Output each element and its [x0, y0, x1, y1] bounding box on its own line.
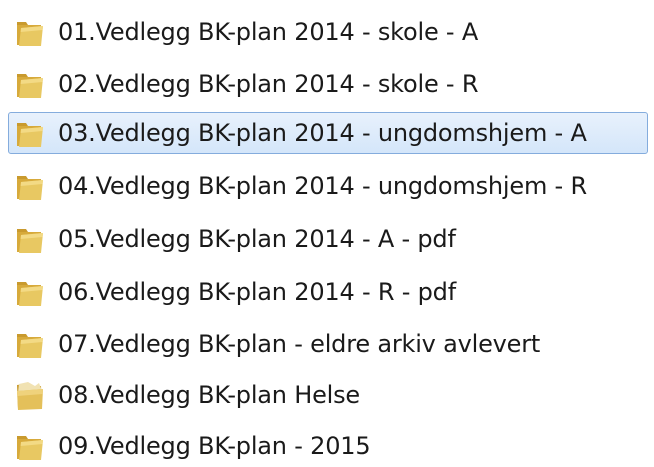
folder-icon: [15, 117, 45, 149]
folder-icon: [15, 430, 45, 462]
folder-icon: [15, 276, 45, 308]
folder-open-icon: [15, 379, 45, 411]
folder-item-09[interactable]: 09.Vedlegg BK-plan - 2015: [8, 425, 648, 467]
folder-name: 01.Vedlegg BK-plan 2014 - skole - A: [58, 18, 479, 46]
folder-icon: [15, 328, 45, 360]
folder-item-04[interactable]: 04.Vedlegg BK-plan 2014 - ungdomshjem - …: [8, 165, 648, 207]
folder-item-06[interactable]: 06.Vedlegg BK-plan 2014 - R - pdf: [8, 271, 648, 313]
folder-item-03[interactable]: 03.Vedlegg BK-plan 2014 - ungdomshjem - …: [8, 112, 648, 154]
folder-name: 09.Vedlegg BK-plan - 2015: [58, 432, 371, 460]
folder-item-01[interactable]: 01.Vedlegg BK-plan 2014 - skole - A: [8, 11, 648, 53]
folder-icon: [15, 170, 45, 202]
folder-icon: [15, 16, 45, 48]
folder-name: 02.Vedlegg BK-plan 2014 - skole - R: [58, 70, 479, 98]
folder-icon: [15, 223, 45, 255]
folder-item-08[interactable]: 08.Vedlegg BK-plan Helse: [8, 374, 648, 416]
folder-item-02[interactable]: 02.Vedlegg BK-plan 2014 - skole - R: [8, 63, 648, 105]
folder-name: 05.Vedlegg BK-plan 2014 - A - pdf: [58, 225, 456, 253]
folder-item-07[interactable]: 07.Vedlegg BK-plan - eldre arkiv avlever…: [8, 323, 648, 365]
folder-name: 07.Vedlegg BK-plan - eldre arkiv avlever…: [58, 330, 541, 358]
folder-name: 08.Vedlegg BK-plan Helse: [58, 381, 360, 409]
folder-name: 06.Vedlegg BK-plan 2014 - R - pdf: [58, 278, 456, 306]
folder-icon: [15, 68, 45, 100]
folder-item-05[interactable]: 05.Vedlegg BK-plan 2014 - A - pdf: [8, 218, 648, 260]
folder-name: 03.Vedlegg BK-plan 2014 - ungdomshjem - …: [58, 119, 587, 147]
folder-name: 04.Vedlegg BK-plan 2014 - ungdomshjem - …: [58, 172, 587, 200]
folder-list: 01.Vedlegg BK-plan 2014 - skole - A 02.V…: [0, 0, 654, 466]
